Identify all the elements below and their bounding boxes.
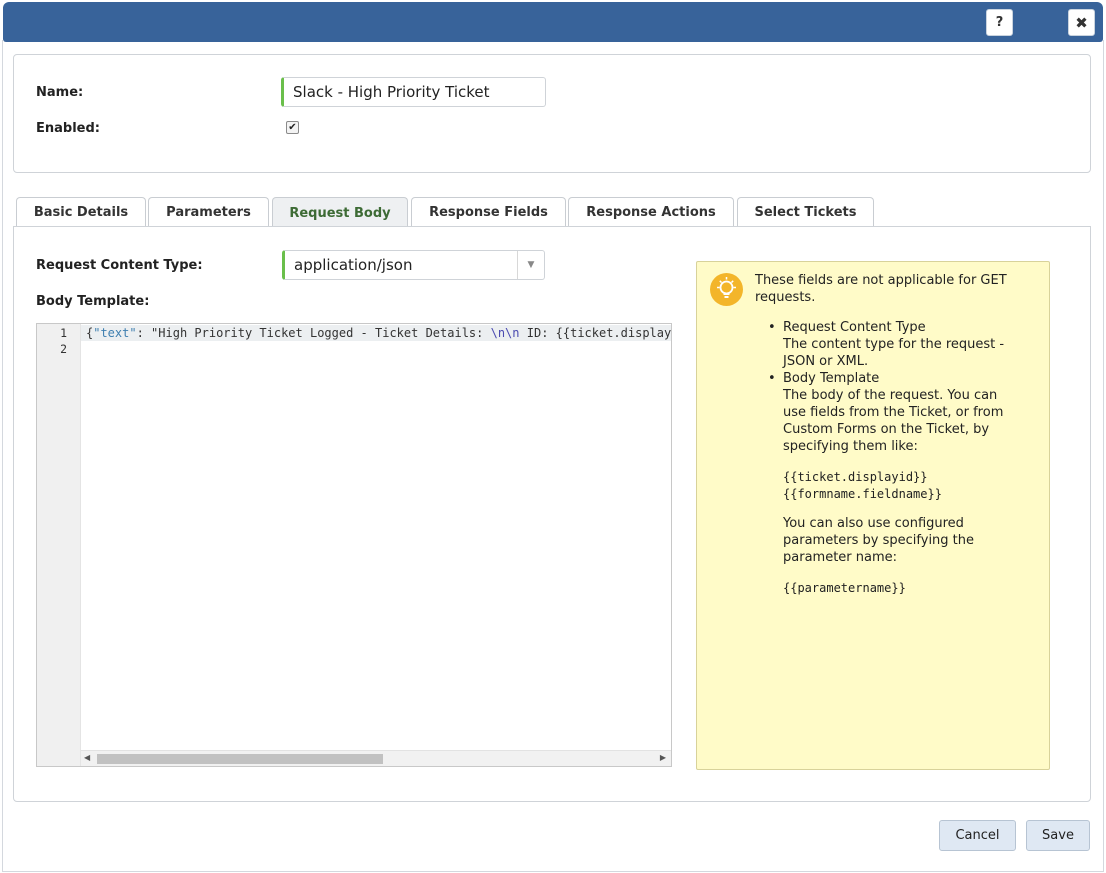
tab-basic-details[interactable]: Basic Details — [16, 197, 146, 226]
content-type-label: Request Content Type: — [36, 258, 203, 273]
info-list-item: • Body Template The body of the request.… — [768, 370, 1023, 597]
info-example: {{parametername}} — [783, 581, 906, 595]
name-label: Name: — [36, 85, 84, 100]
tab-select-tickets[interactable]: Select Tickets — [737, 197, 874, 226]
tab-response-fields[interactable]: Response Fields — [411, 197, 566, 226]
tab-response-actions[interactable]: Response Actions — [568, 197, 734, 226]
scroll-left-icon[interactable]: ◀ — [84, 753, 90, 762]
tab-request-body[interactable]: Request Body — [272, 197, 408, 228]
code-token-key: "text" — [93, 326, 137, 340]
info-item-title: Request Content Type — [783, 320, 926, 335]
code-token: ID: {{ticket.display — [519, 326, 672, 340]
info-item-desc: The body of the request. You can use fie… — [783, 388, 1004, 454]
code-token-escape: \n\n — [490, 326, 520, 340]
tab-parameters[interactable]: Parameters — [148, 197, 269, 226]
content-type-value: application/json — [294, 256, 413, 274]
name-input[interactable] — [281, 77, 546, 107]
info-example: {{formname.fieldname}} — [783, 487, 942, 501]
general-panel — [13, 54, 1091, 173]
code-line-1[interactable]: {"text": "High Priority Ticket Logged - … — [86, 325, 671, 341]
line-number: 1 — [60, 326, 67, 340]
editor-horizontal-scrollbar[interactable]: ◀ ▶ — [81, 750, 671, 766]
info-item-title: Body Template — [783, 371, 880, 386]
body-template-editor[interactable]: 1 2 {"text": "High Priority Ticket Logge… — [36, 323, 672, 767]
dialog-titlebar: ? ✖ — [3, 2, 1103, 42]
content-type-select[interactable]: application/json ▼ — [282, 250, 545, 280]
editor-gutter: 1 2 — [37, 324, 81, 766]
info-item-desc: You can also use configured parameters b… — [783, 516, 975, 565]
save-button[interactable]: Save — [1026, 820, 1090, 851]
help-button[interactable]: ? — [986, 9, 1013, 36]
lightbulb-icon — [710, 273, 743, 306]
scrollbar-thumb[interactable] — [97, 754, 383, 764]
info-item-desc: The content type for the request - JSON … — [783, 337, 1005, 369]
close-icon: ✖ — [1075, 13, 1088, 32]
enabled-checkbox[interactable]: ✔ — [286, 121, 299, 134]
help-info-panel: These fields are not applicable for GET … — [696, 261, 1050, 770]
info-intro: These fields are not applicable for GET … — [755, 273, 1007, 305]
chevron-down-icon[interactable]: ▼ — [517, 251, 544, 279]
cancel-button[interactable]: Cancel — [939, 820, 1016, 851]
scroll-right-icon[interactable]: ▶ — [660, 753, 666, 762]
info-list: • Request Content Type The content type … — [768, 319, 1023, 597]
body-template-label: Body Template: — [36, 294, 150, 309]
close-button[interactable]: ✖ — [1068, 9, 1095, 36]
info-example: {{ticket.displayid}} — [783, 470, 928, 484]
line-number: 2 — [60, 342, 67, 356]
code-token: : "High Priority Ticket Logged - Ticket … — [136, 326, 491, 340]
enabled-label: Enabled: — [36, 121, 100, 136]
info-list-item: • Request Content Type The content type … — [768, 319, 1023, 370]
